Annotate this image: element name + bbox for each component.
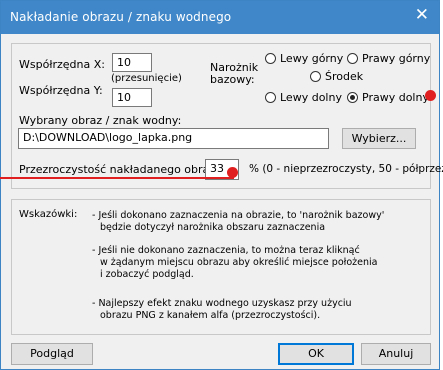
x-coordinate-label: Współrzędna X: — [19, 58, 105, 71]
radio-bottom-left[interactable]: Lewy dolny — [265, 91, 342, 104]
radio-bottom-right[interactable]: Prawy dolny — [347, 91, 429, 104]
radio-center[interactable]: Środek — [310, 70, 363, 83]
tip-2-line-2: w żądanym miejscu obrazu aby określić mi… — [100, 257, 378, 268]
close-icon[interactable]: ✕ — [415, 7, 429, 24]
annotation-line-horizontal — [0, 177, 234, 179]
offset-note: (przesunięcie) — [111, 73, 182, 84]
tip-1-line-1: - Jeśli dokonano zaznaczenia na obrazie,… — [92, 210, 385, 221]
base-corner-label-line2: bazowy: — [210, 73, 255, 86]
radio-top-left-label: Lewy górny — [280, 52, 344, 65]
radio-bottom-left-label: Lewy dolny — [280, 91, 342, 104]
radio-bottom-right-dot — [347, 92, 358, 103]
image-path-input[interactable]: D:\DOWNLOAD\logo_lapka.png — [18, 128, 329, 149]
y-coordinate-label: Współrzędna Y: — [19, 84, 103, 97]
window-title: Nakładanie obrazu / znaku wodnego — [10, 10, 232, 24]
radio-top-right-label: Prawy górny — [362, 52, 431, 65]
annotation-marker-corner — [425, 90, 436, 101]
cancel-button[interactable]: Anuluj — [361, 343, 431, 365]
y-coordinate-input[interactable]: 10 — [112, 88, 152, 107]
tip-2-line-3: i zobaczyć podgląd. — [100, 269, 194, 280]
radio-top-left[interactable]: Lewy górny — [265, 52, 343, 65]
radio-center-label: Środek — [325, 70, 364, 83]
tip-3-line-2: obrazu PNG z kanałem alfa (przezroczysto… — [100, 310, 321, 321]
settings-group: Współrzędna X: 10 (przesunięcie) Współrz… — [11, 43, 443, 189]
radio-center-dot — [310, 71, 321, 82]
preview-button[interactable]: Podgląd — [11, 343, 93, 365]
radio-bottom-right-label: Prawy dolny — [362, 91, 429, 104]
tip-3-line-1: - Najlepszy efekt znaku wodnego uzyskasz… — [92, 298, 352, 309]
ok-button[interactable]: OK — [278, 343, 354, 365]
tip-2-line-1: - Jeśli nie dokonano zaznaczenia, to moż… — [92, 245, 360, 256]
title-bar: Nakładanie obrazu / znaku wodnego ✕ — [1, 1, 439, 34]
tip-1-line-2: będzie dotyczył narożnika obszaru zaznac… — [100, 222, 326, 233]
radio-top-right[interactable]: Prawy górny — [347, 52, 430, 65]
dialog-window: Nakładanie obrazu / znaku wodnego ✕ Wspó… — [0, 0, 443, 370]
choose-image-button[interactable]: Wybierz... — [342, 128, 416, 149]
opacity-hint: % (0 - nieprzezroczysty, 50 - półprzezr.… — [249, 163, 443, 175]
tips-heading: Wskazówki: — [19, 209, 78, 220]
image-label: Wybrany obraz / znak wodny: — [19, 114, 182, 127]
x-coordinate-input[interactable]: 10 — [112, 53, 152, 72]
tips-group: Wskazówki: - Jeśli dokonano zaznaczenia … — [11, 199, 431, 335]
opacity-label: Przezroczystość nakładanego obrazu: — [19, 163, 226, 176]
radio-top-left-dot — [265, 53, 276, 64]
radio-bottom-left-dot — [265, 92, 276, 103]
radio-top-right-dot — [347, 53, 358, 64]
